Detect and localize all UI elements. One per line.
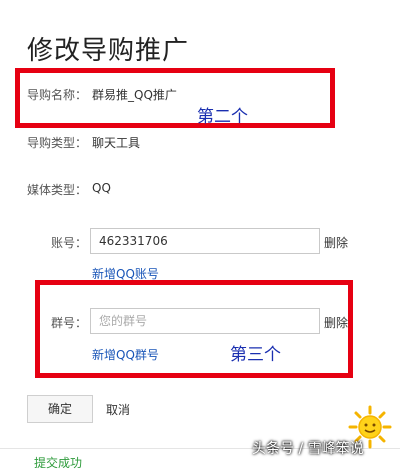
name-label: 导购名称： <box>27 88 88 102</box>
name-value: 群易推_QQ推广 <box>92 88 177 102</box>
account-label: 账号： <box>51 236 88 250</box>
account-input[interactable] <box>90 228 320 254</box>
group-delete-button[interactable]: 删除 <box>324 314 348 331</box>
type-label: 导购类型： <box>27 136 88 150</box>
media-label: 媒体类型： <box>27 183 88 197</box>
confirm-button[interactable]: 确定 <box>27 395 93 423</box>
page-title: 修改导购推广 <box>27 36 190 66</box>
group-label: 群号： <box>51 316 88 330</box>
type-value: 聊天工具 <box>92 136 141 150</box>
account-delete-button[interactable]: 删除 <box>324 234 348 251</box>
cancel-button[interactable]: 取消 <box>106 401 130 418</box>
watermark: 头条号 / 雪峰笨说 <box>252 441 364 457</box>
annotation-third: 第三个 <box>230 345 281 365</box>
group-input[interactable] <box>90 308 320 334</box>
add-qq-group-link[interactable]: 新增QQ群号 <box>92 346 159 363</box>
annotation-second: 第二个 <box>197 107 248 127</box>
media-value: QQ <box>92 181 111 195</box>
